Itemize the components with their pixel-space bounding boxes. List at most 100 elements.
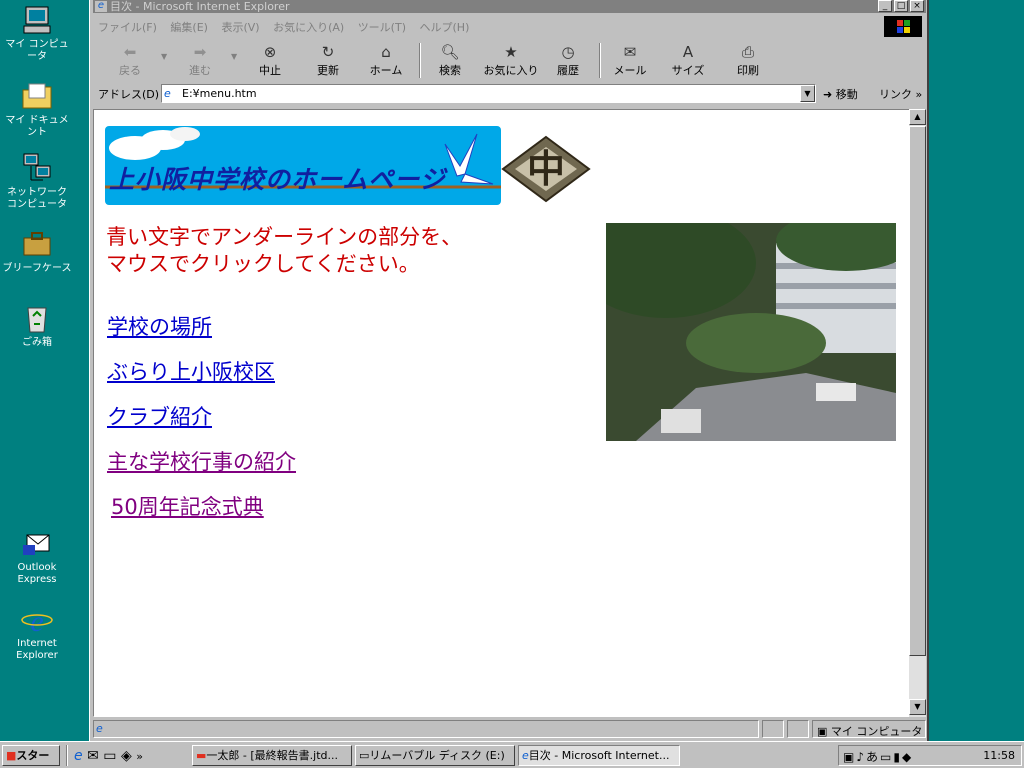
- forward-button[interactable]: ➡ 進む: [171, 42, 229, 80]
- home-button[interactable]: ⌂ ホーム: [357, 42, 415, 80]
- task-label: リムーバブル ディスク (E:): [369, 749, 505, 762]
- desktop-icon-my-computer[interactable]: マイ コンピュータ: [2, 4, 72, 63]
- ichitaro-icon: ▬: [196, 749, 207, 762]
- show-desktop-icon[interactable]: ▭: [103, 748, 116, 764]
- menu-edit[interactable]: 編集(E): [165, 16, 213, 38]
- print-label: 印刷: [737, 64, 759, 77]
- menu-file[interactable]: ファイル(F): [93, 16, 162, 38]
- ie-icon[interactable]: e: [74, 748, 83, 764]
- instruction-text: 青い文字でアンダーラインの部分を、 マウスでクリックしてください。: [106, 224, 462, 278]
- start-button[interactable]: ■スタート: [2, 745, 60, 766]
- desktop-icon-my-documents[interactable]: マイ ドキュメント: [2, 80, 72, 139]
- recycle-bin-icon: [21, 302, 53, 334]
- zone-label: マイ コンピュータ: [830, 725, 923, 738]
- status-text: e: [93, 720, 759, 738]
- go-button[interactable]: ➜ 移動: [823, 86, 858, 102]
- stop-button[interactable]: ⊗ 中止: [241, 42, 299, 80]
- search-button[interactable]: 🔍︎ 検索: [421, 42, 479, 80]
- go-label: 移動: [835, 88, 858, 101]
- quick-launch-more-icon[interactable]: »: [136, 750, 143, 763]
- refresh-button[interactable]: ↻ 更新: [299, 42, 357, 80]
- tray-network-icon[interactable]: ▣: [843, 750, 856, 764]
- task-label: 一太郎 - [最終報告書.jtd...: [206, 749, 338, 762]
- link-district-walk[interactable]: ぶらり上小阪校区: [107, 359, 275, 385]
- stop-icon: ⊗: [263, 43, 277, 61]
- desktop-icon-label: ブリーフケース: [2, 263, 72, 274]
- channels-icon[interactable]: ◈: [121, 748, 132, 764]
- desktop-icon-briefcase[interactable]: ブリーフケース: [2, 228, 72, 275]
- scroll-up-button[interactable]: ▲: [909, 109, 926, 125]
- history-button[interactable]: ◷ 履歴: [539, 42, 597, 80]
- history-label: 履歴: [557, 64, 579, 77]
- forward-dropdown-icon[interactable]: ▼: [231, 52, 237, 61]
- search-label: 検索: [439, 64, 461, 77]
- home-icon: ⌂: [381, 43, 391, 61]
- history-icon: ◷: [561, 43, 575, 61]
- banner-title: 上小阪中学校のホームページ: [109, 165, 446, 194]
- desktop-icon-label: Outlook Express: [17, 562, 57, 585]
- link-clubs[interactable]: クラブ紹介: [107, 404, 212, 430]
- back-arrow-icon: ⬅: [123, 43, 137, 61]
- menu-help[interactable]: ヘルプ(H): [415, 16, 475, 38]
- back-button[interactable]: ⬅ 戻る: [101, 42, 159, 80]
- desktop-icon-outlook[interactable]: Outlook Express: [2, 527, 72, 586]
- browser-window: e 目次 - Microsoft Internet Explorer _ □ ×…: [89, 0, 929, 741]
- minimize-button[interactable]: _: [878, 0, 892, 12]
- instruction-line: 青い文字でアンダーラインの部分を、: [106, 225, 463, 249]
- tray-volume-icon[interactable]: ♪: [856, 750, 866, 764]
- address-dropdown-button[interactable]: ▼: [800, 85, 815, 102]
- favorites-button[interactable]: ★ お気に入り: [479, 42, 543, 80]
- link-50th-anniversary[interactable]: 50周年記念式典: [111, 494, 264, 520]
- desktop-icon-recycle-bin[interactable]: ごみ箱: [2, 302, 72, 349]
- desktop-icon-label: ごみ箱: [22, 337, 52, 348]
- tray-ime-icon[interactable]: あ: [866, 750, 880, 764]
- link-school-location[interactable]: 学校の場所: [107, 314, 212, 340]
- page-icon: e: [96, 722, 103, 735]
- ie-icon: e: [522, 749, 529, 762]
- favorites-icon: ★: [504, 43, 518, 61]
- vertical-scrollbar[interactable]: ▲ ▼: [909, 109, 926, 717]
- clock[interactable]: 11:58: [983, 749, 1015, 762]
- page-content: 上小阪中学校のホームページ 中 青い文字でアンダーラインの部分を、 マウスでクリ…: [93, 109, 911, 717]
- menu-favorites[interactable]: お気に入り(A): [268, 16, 349, 38]
- desktop-icon-internet-explorer[interactable]: e Internet Explorer: [2, 603, 72, 662]
- size-label: サイズ: [671, 64, 705, 77]
- school-banner: 上小阪中学校のホームページ: [105, 126, 501, 205]
- my-computer-icon: [21, 4, 53, 36]
- menu-tools[interactable]: ツール(T): [353, 16, 411, 38]
- print-button[interactable]: ⎙ 印刷: [719, 42, 777, 80]
- taskbar-item-ichitaro[interactable]: ▬一太郎 - [最終報告書.jtd...: [192, 745, 352, 766]
- windows-logo-icon: ■: [6, 749, 17, 762]
- status-panel: [762, 720, 784, 738]
- mail-button[interactable]: ✉ メール: [601, 42, 659, 80]
- emblem-character: 中: [526, 147, 565, 191]
- taskbar-item-removable-disk[interactable]: ▭リムーバブル ディスク (E:): [355, 745, 515, 766]
- task-label: 目次 - Microsoft Internet...: [528, 749, 670, 762]
- tray-battery-icon[interactable]: ▮: [893, 750, 902, 764]
- favorites-label: お気に入り: [483, 64, 539, 77]
- link-school-events[interactable]: 主な学校行事の紹介: [107, 449, 296, 475]
- address-input[interactable]: e E:¥menu.htm ▼: [161, 84, 816, 103]
- forward-arrow-icon: ➡: [193, 43, 207, 61]
- school-photo: [606, 223, 896, 441]
- size-button[interactable]: A サイズ: [659, 42, 717, 80]
- scroll-down-button[interactable]: ▼: [909, 699, 926, 715]
- close-button[interactable]: ×: [910, 0, 924, 12]
- my-documents-icon: [21, 80, 53, 112]
- windows-logo-icon: [884, 16, 922, 37]
- maximize-button[interactable]: □: [894, 0, 908, 12]
- refresh-label: 更新: [317, 64, 339, 77]
- taskbar-item-ie-active[interactable]: e目次 - Microsoft Internet...: [518, 745, 680, 766]
- desktop-icon-network[interactable]: ネットワーク コンピュータ: [2, 152, 72, 211]
- svg-text:e: e: [30, 605, 43, 635]
- back-dropdown-icon[interactable]: ▼: [161, 52, 167, 61]
- tray-monitor-icon[interactable]: ▭: [880, 750, 893, 764]
- school-emblem: 中: [501, 135, 591, 203]
- tray-app-icon[interactable]: ◆: [902, 750, 913, 764]
- title-bar[interactable]: e 目次 - Microsoft Internet Explorer _ □ ×: [93, 0, 926, 13]
- links-button[interactable]: リンク »: [879, 86, 922, 102]
- outlook-icon[interactable]: ✉: [87, 748, 99, 764]
- menu-view[interactable]: 表示(V): [216, 16, 264, 38]
- scroll-thumb[interactable]: [909, 126, 926, 656]
- print-icon: ⎙: [741, 43, 754, 61]
